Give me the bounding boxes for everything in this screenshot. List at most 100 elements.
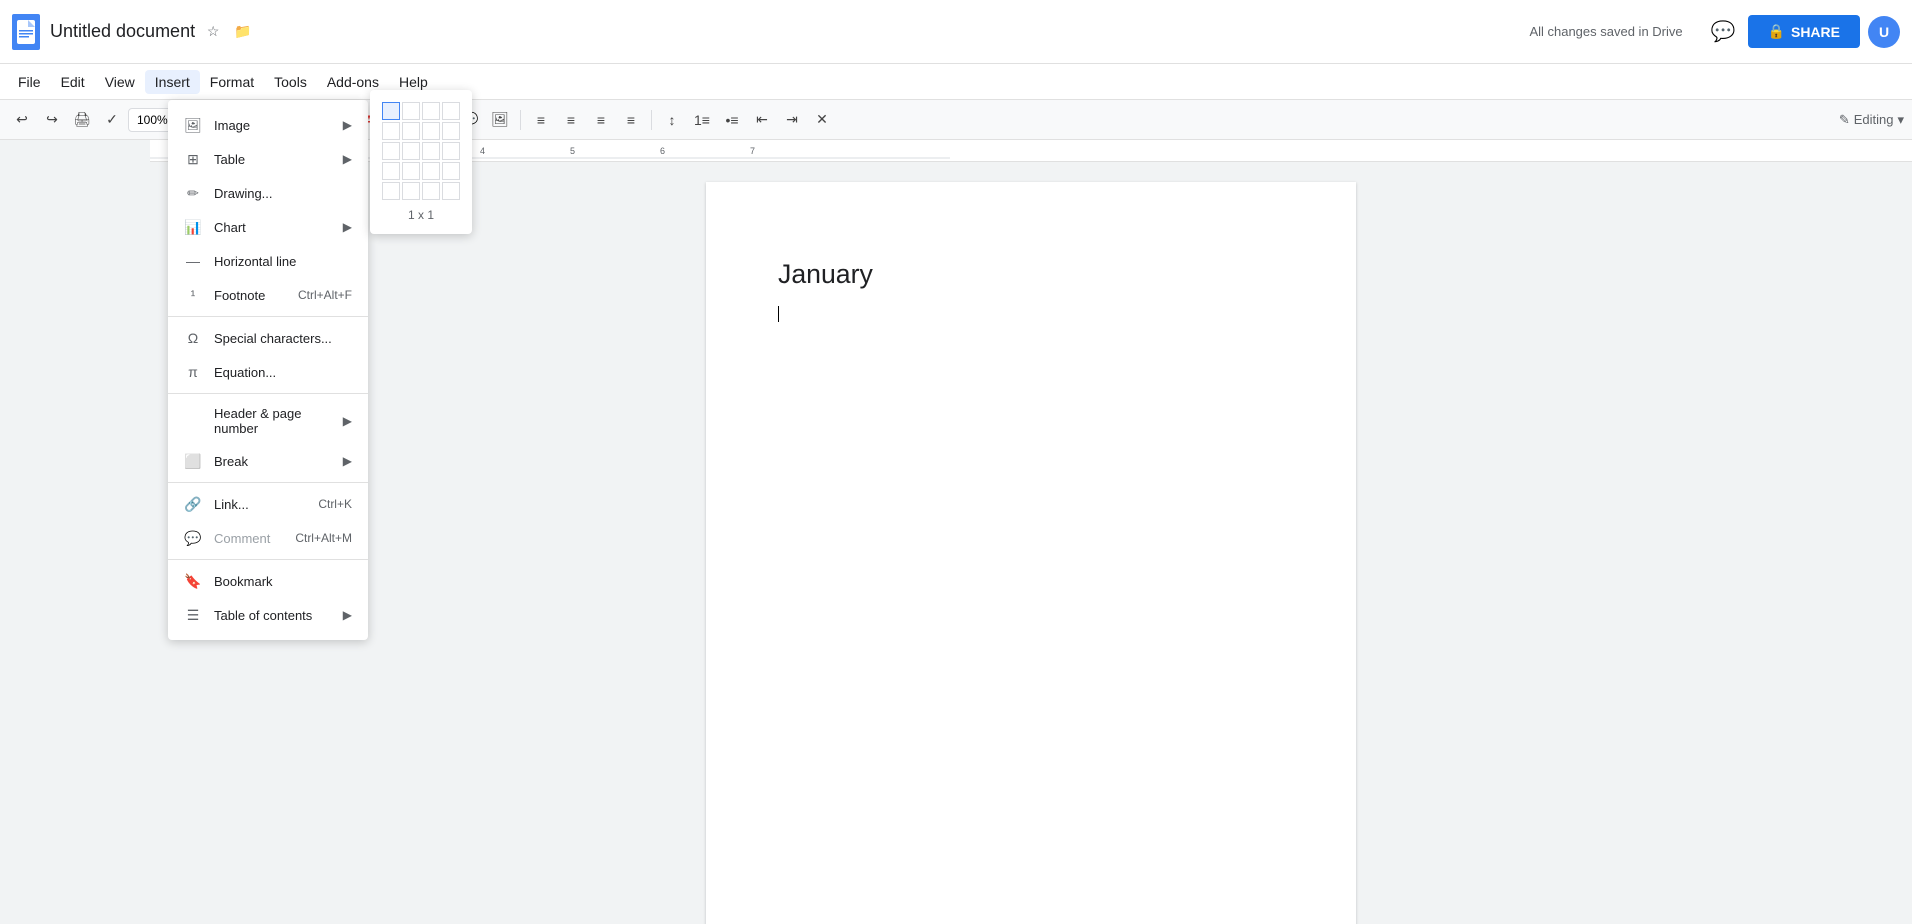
- chart-arrow: ▶: [343, 220, 352, 234]
- decrease-indent-button[interactable]: ⇤: [748, 106, 776, 134]
- table-grid-cell[interactable]: [422, 162, 440, 180]
- increase-indent-button[interactable]: ⇥: [778, 106, 806, 134]
- table-grid-cell[interactable]: [442, 142, 460, 160]
- svg-text:5: 5: [570, 146, 575, 156]
- ordered-list-button[interactable]: 1≡: [688, 106, 716, 134]
- text-cursor: [778, 306, 779, 322]
- menu-item-file[interactable]: File: [8, 70, 51, 94]
- editing-label: Editing: [1854, 112, 1894, 127]
- equation-icon: π: [184, 363, 202, 381]
- table-grid-cell[interactable]: [382, 102, 400, 120]
- insert-break-item[interactable]: ⬜ Break ▶: [168, 444, 368, 478]
- table-grid-cell[interactable]: [442, 102, 460, 120]
- editing-status: ✎ Editing ▾: [1839, 112, 1904, 128]
- editing-chevron: ▾: [1897, 112, 1904, 128]
- header-arrow: ▶: [343, 414, 352, 428]
- redo-button[interactable]: ↪: [38, 106, 66, 134]
- menu-item-tools[interactable]: Tools: [264, 70, 317, 94]
- insert-link-item[interactable]: 🔗 Link... Ctrl+K: [168, 487, 368, 521]
- insert-bookmark-item[interactable]: 🔖 Bookmark: [168, 564, 368, 598]
- insert-drawing-item[interactable]: ✏ Drawing...: [168, 176, 368, 210]
- share-label: SHARE: [1791, 24, 1840, 40]
- insert-hline-item[interactable]: — Horizontal line: [168, 244, 368, 278]
- avatar[interactable]: U: [1868, 16, 1900, 48]
- toc-label: Table of contents: [214, 608, 331, 623]
- clear-format-button[interactable]: ✕: [808, 106, 836, 134]
- link-label: Link...: [214, 497, 306, 512]
- table-grid: [382, 102, 460, 200]
- table-grid-cell[interactable]: [402, 102, 420, 120]
- break-arrow: ▶: [343, 454, 352, 468]
- share-button[interactable]: 🔒 SHARE: [1748, 15, 1860, 48]
- menu-item-view[interactable]: View: [95, 70, 145, 94]
- insert-image-item[interactable]: 🖼 Image ▶: [168, 108, 368, 142]
- table-grid-cell[interactable]: [382, 162, 400, 180]
- image-arrow: ▶: [343, 118, 352, 132]
- equation-label: Equation...: [214, 365, 352, 380]
- doc-area: January: [150, 162, 1912, 924]
- insert-comment-item: 💬 Comment Ctrl+Alt+M: [168, 521, 368, 555]
- table-grid-cell[interactable]: [422, 142, 440, 160]
- menu-section-4: 🔗 Link... Ctrl+K 💬 Comment Ctrl+Alt+M: [168, 483, 368, 560]
- align-justify-button[interactable]: ≡: [617, 106, 645, 134]
- line-spacing-button[interactable]: ↕: [658, 106, 686, 134]
- image-label: Image: [214, 118, 331, 133]
- menu-section-1: 🖼 Image ▶ ⊞ Table ▶ ✏ Drawing... 📊 Chart…: [168, 104, 368, 317]
- insert-image-button[interactable]: 🖼: [486, 106, 514, 134]
- doc-content: January: [778, 254, 1284, 329]
- align-right-button[interactable]: ≡: [587, 106, 615, 134]
- insert-footnote-item[interactable]: ¹ Footnote Ctrl+Alt+F: [168, 278, 368, 312]
- table-grid-cell[interactable]: [402, 182, 420, 200]
- share-icon: 🔒: [1768, 23, 1785, 40]
- comment-shortcut: Ctrl+Alt+M: [295, 531, 352, 545]
- doc-cursor-line: [778, 306, 1284, 329]
- footnote-shortcut: Ctrl+Alt+F: [298, 288, 352, 302]
- hline-label: Horizontal line: [214, 254, 352, 269]
- menu-item-edit[interactable]: Edit: [51, 70, 95, 94]
- comments-button[interactable]: 💬: [1707, 15, 1740, 48]
- table-grid-cell[interactable]: [382, 182, 400, 200]
- insert-chart-item[interactable]: 📊 Chart ▶: [168, 210, 368, 244]
- menu-item-format[interactable]: Format: [200, 70, 264, 94]
- undo-button[interactable]: ↩: [8, 106, 36, 134]
- sep5: [651, 110, 652, 130]
- table-grid-cell[interactable]: [382, 122, 400, 140]
- table-grid-cell[interactable]: [382, 142, 400, 160]
- insert-toc-item[interactable]: ☰ Table of contents ▶: [168, 598, 368, 632]
- doc-title: Untitled document: [50, 21, 195, 43]
- table-label: Table: [214, 152, 331, 167]
- menu-section-2: Ω Special characters... π Equation...: [168, 317, 368, 394]
- spellcheck-button[interactable]: ✓: [98, 106, 126, 134]
- table-grid-cell[interactable]: [442, 182, 460, 200]
- table-submenu: 1 x 1: [370, 90, 472, 234]
- table-grid-cell[interactable]: [422, 102, 440, 120]
- sync-status: All changes saved in Drive: [1529, 24, 1682, 39]
- footnote-label: Footnote: [214, 288, 286, 303]
- table-grid-label: 1 x 1: [382, 208, 460, 222]
- menu-item-insert[interactable]: Insert: [145, 70, 200, 94]
- insert-special-chars-item[interactable]: Ω Special characters...: [168, 321, 368, 355]
- special-chars-label: Special characters...: [214, 331, 352, 346]
- table-grid-cell[interactable]: [402, 162, 420, 180]
- star-button[interactable]: ☆: [201, 20, 225, 44]
- table-grid-cell[interactable]: [402, 142, 420, 160]
- move-to-folder-button[interactable]: 📁: [231, 20, 255, 44]
- insert-header-item[interactable]: Header & page number ▶: [168, 398, 368, 444]
- unordered-list-button[interactable]: •≡: [718, 106, 746, 134]
- insert-equation-item[interactable]: π Equation...: [168, 355, 368, 389]
- table-grid-cell[interactable]: [422, 122, 440, 140]
- insert-table-item[interactable]: ⊞ Table ▶: [168, 142, 368, 176]
- print-button[interactable]: 🖨: [68, 106, 96, 134]
- table-grid-cell[interactable]: [442, 122, 460, 140]
- bookmark-icon: 🔖: [184, 572, 202, 590]
- header-icon: [184, 412, 202, 430]
- link-icon: 🔗: [184, 495, 202, 513]
- doc-page: January: [706, 182, 1356, 924]
- align-left-button[interactable]: ≡: [527, 106, 555, 134]
- table-grid-cell[interactable]: [422, 182, 440, 200]
- special-chars-icon: Ω: [184, 329, 202, 347]
- table-grid-cell[interactable]: [442, 162, 460, 180]
- align-center-button[interactable]: ≡: [557, 106, 585, 134]
- footnote-icon: ¹: [184, 286, 202, 304]
- table-grid-cell[interactable]: [402, 122, 420, 140]
